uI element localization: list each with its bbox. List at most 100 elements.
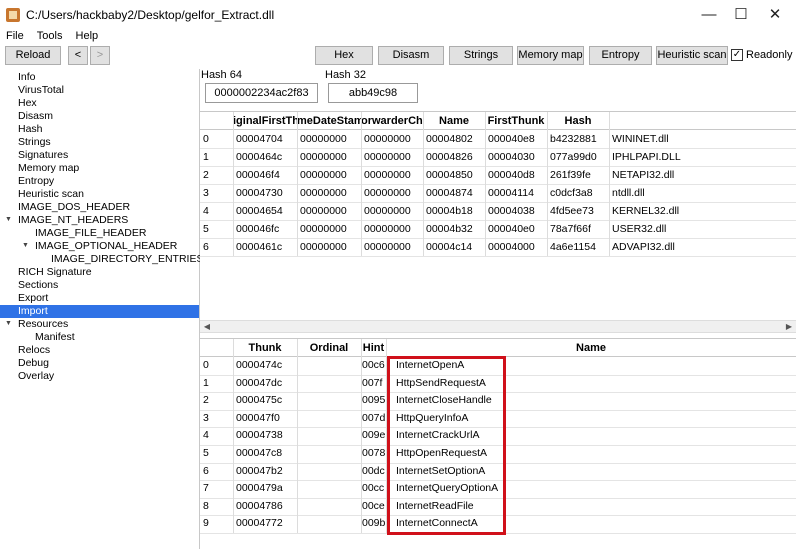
tree-item-import[interactable]: Import xyxy=(0,305,199,318)
tree-item-virustotal[interactable]: VirusTotal xyxy=(18,84,64,97)
table-cell[interactable]: 00000000 xyxy=(361,238,423,256)
table-cell[interactable]: 00000000 xyxy=(361,184,423,202)
table-cell[interactable]: 000047b2 xyxy=(233,463,297,481)
tree-item-entropy[interactable]: Entropy xyxy=(18,175,54,188)
menu-file[interactable]: File xyxy=(6,30,24,42)
tree-item-directory-entries[interactable]: IMAGE_DIRECTORY_ENTRIES xyxy=(51,253,203,266)
table-cell[interactable]: 00004826 xyxy=(423,148,485,166)
table-cell[interactable]: 00004b32 xyxy=(423,220,485,238)
row-index[interactable]: 6 xyxy=(200,238,233,256)
row-index[interactable]: 7 xyxy=(200,480,233,498)
table-cell[interactable]: NETAPI32.dll xyxy=(609,166,796,184)
row-index[interactable]: 0 xyxy=(200,130,233,148)
table-cell[interactable]: WININET.dll xyxy=(609,130,796,148)
tree-item-heuristic-scan[interactable]: Heuristic scan xyxy=(18,188,84,201)
expanded-arrow-icon[interactable]: ▼ xyxy=(22,242,29,249)
table-cell[interactable]: 0000461c xyxy=(233,238,297,256)
tree-item-hex[interactable]: Hex xyxy=(18,97,37,110)
table-cell[interactable] xyxy=(297,357,361,375)
table-cell[interactable]: 00ce xyxy=(361,498,386,516)
column-header[interactable]: FirstThunk xyxy=(485,113,547,130)
table-cell[interactable]: c0dcf3a8 xyxy=(547,184,609,202)
tree-item-relocs[interactable]: Relocs xyxy=(18,344,50,357)
entropy-button[interactable]: Entropy xyxy=(589,46,652,65)
table-cell[interactable]: 00000000 xyxy=(361,148,423,166)
table-cell[interactable]: 000040d8 xyxy=(485,166,547,184)
tree-item-memory-map[interactable]: Memory map xyxy=(18,162,79,175)
table-cell[interactable]: 00004b18 xyxy=(423,202,485,220)
table-cell[interactable]: 00c6 xyxy=(361,357,386,375)
reload-button[interactable]: Reload xyxy=(5,46,61,65)
table-cell[interactable]: 261f39fe xyxy=(547,166,609,184)
table-cell[interactable] xyxy=(297,445,361,463)
table-cell[interactable]: 009b xyxy=(361,515,386,533)
tree-item-sections[interactable]: Sections xyxy=(18,279,58,292)
table-cell[interactable]: 007d xyxy=(361,410,386,428)
tree-item-disasm[interactable]: Disasm xyxy=(18,110,53,123)
table-cell[interactable]: 00000000 xyxy=(297,166,361,184)
column-header[interactable]: iginalFirstThu xyxy=(233,113,297,130)
expanded-arrow-icon[interactable]: ▼ xyxy=(5,320,12,327)
table-cell[interactable] xyxy=(297,392,361,410)
table-cell[interactable]: USER32.dll xyxy=(609,220,796,238)
horizontal-scrollbar[interactable]: ◀ ▶ xyxy=(200,320,796,333)
row-index[interactable]: 5 xyxy=(200,445,233,463)
table-cell[interactable]: 00004874 xyxy=(423,184,485,202)
table-cell[interactable]: 00004772 xyxy=(233,515,297,533)
table-cell[interactable]: 00004030 xyxy=(485,148,547,166)
tree-item-dos-header[interactable]: IMAGE_DOS_HEADER xyxy=(18,201,130,214)
table-cell[interactable]: 00000000 xyxy=(361,202,423,220)
tree-item-nt-headers[interactable]: IMAGE_NT_HEADERS xyxy=(18,214,128,227)
strings-button[interactable]: Strings xyxy=(449,46,513,65)
tree-item-rich-signature[interactable]: RICH Signature xyxy=(18,266,92,279)
hex-button[interactable]: Hex xyxy=(315,46,373,65)
table-cell[interactable]: KERNEL32.dll xyxy=(609,202,796,220)
row-index[interactable]: 2 xyxy=(200,166,233,184)
row-index[interactable]: 3 xyxy=(200,184,233,202)
table-cell[interactable]: 000047dc xyxy=(233,375,297,393)
table-cell[interactable]: 000047c8 xyxy=(233,445,297,463)
table-cell[interactable]: 00004038 xyxy=(485,202,547,220)
table-cell[interactable]: 00000000 xyxy=(297,220,361,238)
table-cell[interactable]: b4232881 xyxy=(547,130,609,148)
table-cell[interactable]: 0000474c xyxy=(233,357,297,375)
table-cell[interactable] xyxy=(297,515,361,533)
column-header[interactable] xyxy=(609,113,796,130)
row-index[interactable]: 0 xyxy=(200,357,233,375)
column-header[interactable]: meDateStam xyxy=(297,113,361,130)
table-cell[interactable]: 00cc xyxy=(361,480,386,498)
memory-map-button[interactable]: Memory map xyxy=(517,46,584,65)
tree-item-hash[interactable]: Hash xyxy=(18,123,43,136)
table-cell[interactable]: 000047f0 xyxy=(233,410,297,428)
table-cell[interactable]: 000046f4 xyxy=(233,166,297,184)
tree-item-resources[interactable]: Resources xyxy=(18,318,68,331)
row-index[interactable]: 2 xyxy=(200,392,233,410)
column-header[interactable]: Name xyxy=(423,113,485,130)
row-index[interactable]: 5 xyxy=(200,220,233,238)
expanded-arrow-icon[interactable]: ▼ xyxy=(5,216,12,223)
table-cell[interactable] xyxy=(297,498,361,516)
table-cell[interactable]: 00dc xyxy=(361,463,386,481)
column-header[interactable]: Thunk xyxy=(233,340,297,357)
column-header[interactable]: Hint xyxy=(361,340,386,357)
table-cell[interactable]: 00004114 xyxy=(485,184,547,202)
table-cell[interactable] xyxy=(297,427,361,445)
back-button[interactable]: < xyxy=(68,46,88,65)
table-cell[interactable]: 00000000 xyxy=(361,220,423,238)
column-header[interactable]: Name xyxy=(386,340,796,357)
table-cell[interactable]: 009e xyxy=(361,427,386,445)
table-cell[interactable]: 00004654 xyxy=(233,202,297,220)
column-header[interactable]: Ordinal xyxy=(297,340,361,357)
hash32-value[interactable]: abb49c98 xyxy=(328,83,418,103)
hash64-value[interactable]: 0000002234ac2f83 xyxy=(205,83,318,103)
table-cell[interactable]: 00000000 xyxy=(297,202,361,220)
table-cell[interactable]: 007f xyxy=(361,375,386,393)
table-cell[interactable]: 00000000 xyxy=(297,148,361,166)
column-header[interactable]: orwarderChai xyxy=(361,113,423,130)
table-cell[interactable]: 00000000 xyxy=(297,238,361,256)
table-cell[interactable]: ntdll.dll xyxy=(609,184,796,202)
table-cell[interactable]: 00004802 xyxy=(423,130,485,148)
readonly-checkbox[interactable]: ✓ xyxy=(731,49,743,61)
disasm-button[interactable]: Disasm xyxy=(378,46,444,65)
close-button[interactable]: ✕ xyxy=(760,4,790,26)
